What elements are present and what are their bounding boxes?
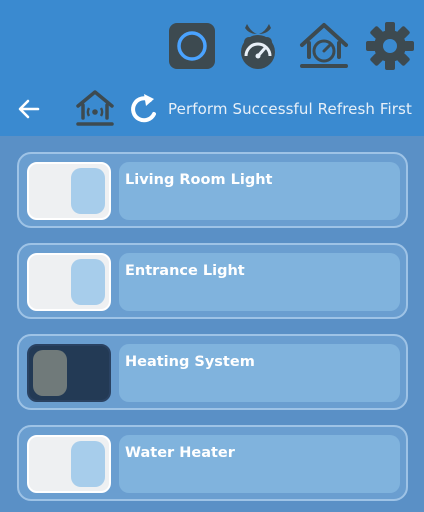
home-wifi-icon[interactable] xyxy=(74,88,116,130)
device-toggle-water-heater[interactable] xyxy=(27,435,111,493)
device-label-box[interactable]: Heating System xyxy=(119,344,400,402)
toggle-knob xyxy=(71,441,105,487)
raspberry-pi-icon[interactable] xyxy=(232,20,284,72)
gear-icon[interactable] xyxy=(364,20,416,72)
device-label: Water Heater xyxy=(125,445,235,461)
device-list: Living Room Light Entrance Light Heating… xyxy=(17,152,408,512)
device-label-box[interactable]: Living Room Light xyxy=(119,162,400,220)
device-toggle-entrance-light[interactable] xyxy=(27,253,111,311)
smart-home-gauge-icon[interactable] xyxy=(298,20,350,72)
toggle-knob xyxy=(71,168,105,214)
refresh-icon[interactable] xyxy=(128,92,160,126)
device-card-heating-system: Heating System xyxy=(17,334,408,410)
device-card-entrance-light: Entrance Light xyxy=(17,243,408,319)
device-toggle-living-room-light[interactable] xyxy=(27,162,111,220)
top-bar: Perform Successful Refresh First xyxy=(0,0,424,136)
device-card-water-heater: Water Heater xyxy=(17,425,408,501)
device-toggle-heating-system[interactable] xyxy=(27,344,111,402)
device-label: Heating System xyxy=(125,354,255,370)
refresh-status-text: Perform Successful Refresh First xyxy=(168,100,412,118)
back-arrow-icon[interactable] xyxy=(14,94,44,124)
device-label: Living Room Light xyxy=(125,172,273,188)
nav-row: Perform Successful Refresh First xyxy=(0,86,424,132)
header-icon-row xyxy=(166,18,416,74)
device-label-box[interactable]: Water Heater xyxy=(119,435,400,493)
device-card-living-room-light: Living Room Light xyxy=(17,152,408,228)
circle-button-icon[interactable] xyxy=(166,20,218,72)
device-label-box[interactable]: Entrance Light xyxy=(119,253,400,311)
toggle-knob xyxy=(33,350,67,396)
device-label: Entrance Light xyxy=(125,263,245,279)
toggle-knob xyxy=(71,259,105,305)
